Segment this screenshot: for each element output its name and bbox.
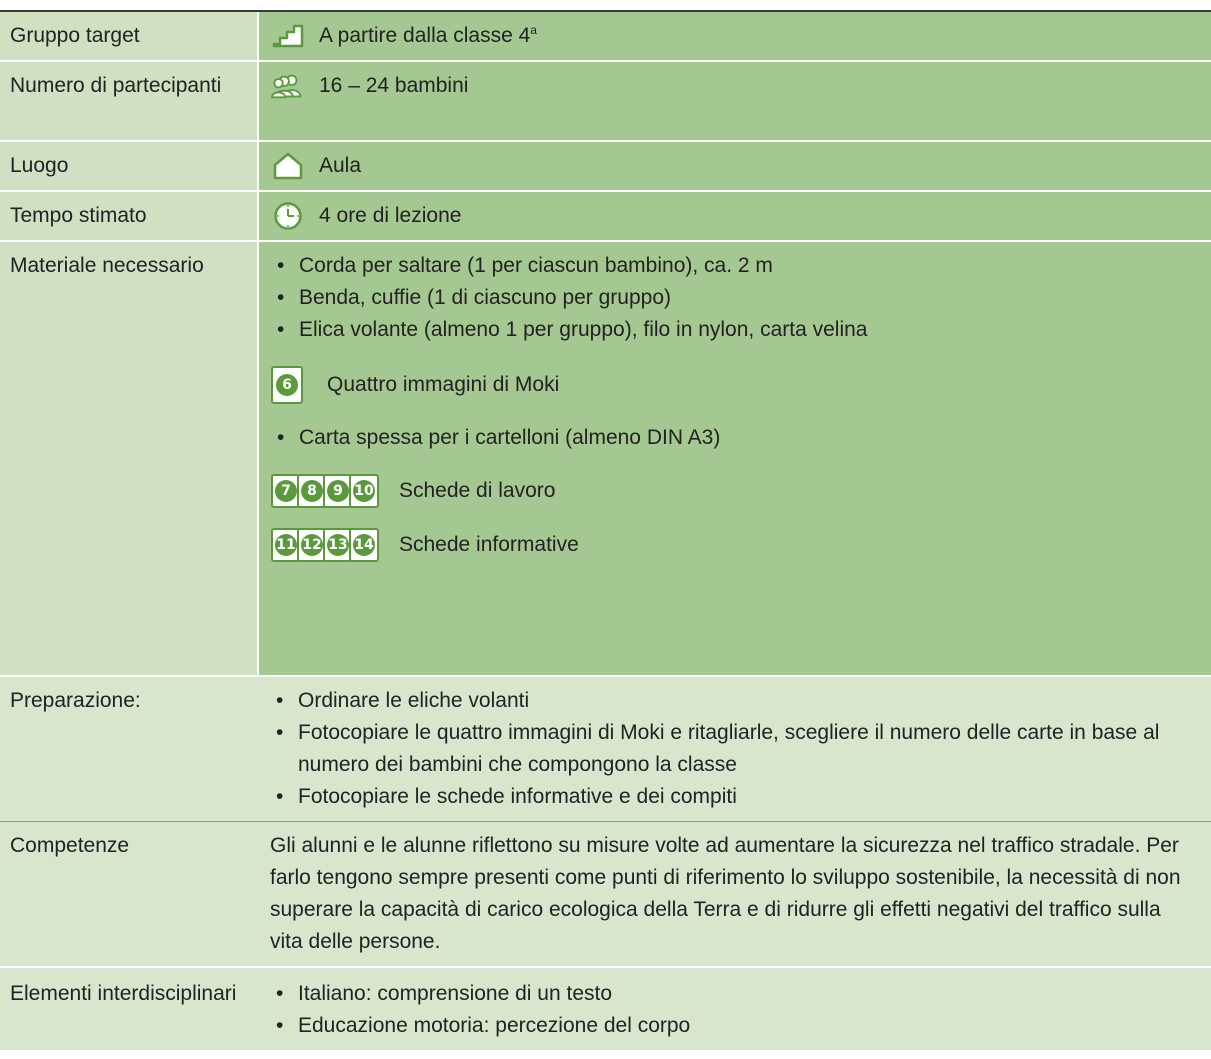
top-rule <box>0 0 1211 12</box>
value-place: Aula <box>257 141 1211 192</box>
worksheet-number: 10 <box>353 480 375 502</box>
row-time: Tempo stimato 4 ore di lezione <box>0 191 1211 242</box>
doc-single-row: 6 Quattro immagini di Moki <box>271 366 1199 404</box>
infosheet-number: 13 <box>327 534 349 556</box>
value-preparation: Ordinare le eliche volanti Fotocopiare l… <box>258 676 1211 822</box>
house-icon <box>271 152 305 180</box>
list-item: Elica volante (almeno 1 per gruppo), fil… <box>271 314 1199 346</box>
doc-info-row: 11 12 13 14 Schede informative <box>271 528 1199 562</box>
label-time: Tempo stimato <box>0 191 258 242</box>
worksheet-number: 9 <box>327 480 349 502</box>
time-text: 4 ore di lezione <box>319 204 462 227</box>
worksheet-icon: 6 <box>271 366 303 404</box>
infosheet-number: 12 <box>301 534 323 556</box>
row-preparation: Preparazione: Ordinare le eliche volanti… <box>0 676 1211 822</box>
list-item: Educazione motoria: percezione del corpo <box>270 1010 1199 1042</box>
value-material: Corda per saltare (1 per ciascun bambino… <box>257 241 1211 677</box>
label-preparation: Preparazione: <box>0 676 258 822</box>
value-interdisciplinary: Italiano: comprensione di un testo Educa… <box>258 967 1211 1050</box>
row-skills: Competenze Gli alunni e le alunne riflet… <box>0 821 1211 968</box>
infosheet-number: 14 <box>353 534 375 556</box>
doc-info-text: Schede informative <box>399 533 579 556</box>
value-participants: 16 – 24 bambini <box>257 61 1211 142</box>
label-interdisciplinary: Elementi interdisciplinari <box>0 967 258 1050</box>
target-text: A partire dalla classe 4a <box>319 20 537 52</box>
label-place: Luogo <box>0 141 258 192</box>
list-item: Fotocopiare le schede informative e dei … <box>270 781 1199 813</box>
list-item: Benda, cuffie (1 di ciascuno per gruppo) <box>271 282 1199 314</box>
worksheet-icon: 10 <box>349 474 379 508</box>
preparation-list: Ordinare le eliche volanti Fotocopiare l… <box>270 685 1199 813</box>
material-list: Corda per saltare (1 per ciascun bambino… <box>271 250 1199 346</box>
target-main: A partire dalla classe 4 <box>319 24 531 47</box>
stairs-icon <box>271 22 305 50</box>
value-skills: Gli alunni e le alunne riflettono su mis… <box>258 821 1211 968</box>
infosheet-icon: 14 <box>349 528 379 562</box>
group-icon <box>271 72 305 100</box>
row-interdisciplinary: Elementi interdisciplinari Italiano: com… <box>0 967 1211 1050</box>
value-target: A partire dalla classe 4a <box>257 12 1211 62</box>
material-list-extra: Carta spessa per i cartelloni (almeno DI… <box>271 422 1199 454</box>
label-material: Materiale necessario <box>0 241 258 677</box>
value-time: 4 ore di lezione <box>257 191 1211 242</box>
label-participants: Numero di partecipanti <box>0 61 258 142</box>
doc-work-text: Schede di lavoro <box>399 479 556 502</box>
list-item: Corda per saltare (1 per ciascun bambino… <box>271 250 1199 282</box>
participants-text: 16 – 24 bambini <box>319 74 469 97</box>
target-sup: a <box>530 23 537 37</box>
label-target: Gruppo target <box>0 12 258 62</box>
doc-work-row: 7 8 9 10 Schede di lavoro <box>271 474 1199 508</box>
list-item: Carta spessa per i cartelloni (almeno DI… <box>271 422 1199 454</box>
interdisciplinary-list: Italiano: comprensione di un testo Educa… <box>270 978 1199 1042</box>
list-item: Italiano: comprensione di un testo <box>270 978 1199 1010</box>
worksheet-number: 7 <box>275 480 297 502</box>
row-target: Gruppo target A partire dalla classe 4a <box>0 12 1211 62</box>
list-item: Fotocopiare le quattro immagini di Moki … <box>270 717 1199 781</box>
worksheet-number: 8 <box>301 480 323 502</box>
label-skills: Competenze <box>0 821 258 968</box>
row-material: Materiale necessario Corda per saltare (… <box>0 241 1211 677</box>
place-text: Aula <box>319 154 362 177</box>
worksheets-icon-group: 7 8 9 10 <box>271 474 379 508</box>
clock-icon <box>271 202 305 230</box>
row-place: Luogo Aula <box>0 141 1211 192</box>
doc-single-text: Quattro immagini di Moki <box>327 373 560 396</box>
worksheet-icon-6: 6 <box>271 366 303 404</box>
list-item: Ordinare le eliche volanti <box>270 685 1199 717</box>
infosheet-number: 11 <box>275 534 297 556</box>
row-participants: Numero di partecipanti 16 – 24 bambini <box>0 61 1211 142</box>
lesson-info-table: Gruppo target A partire dalla classe 4a … <box>0 12 1211 1050</box>
worksheet-number: 6 <box>276 374 298 396</box>
infosheets-icon-group: 11 12 13 14 <box>271 528 379 562</box>
